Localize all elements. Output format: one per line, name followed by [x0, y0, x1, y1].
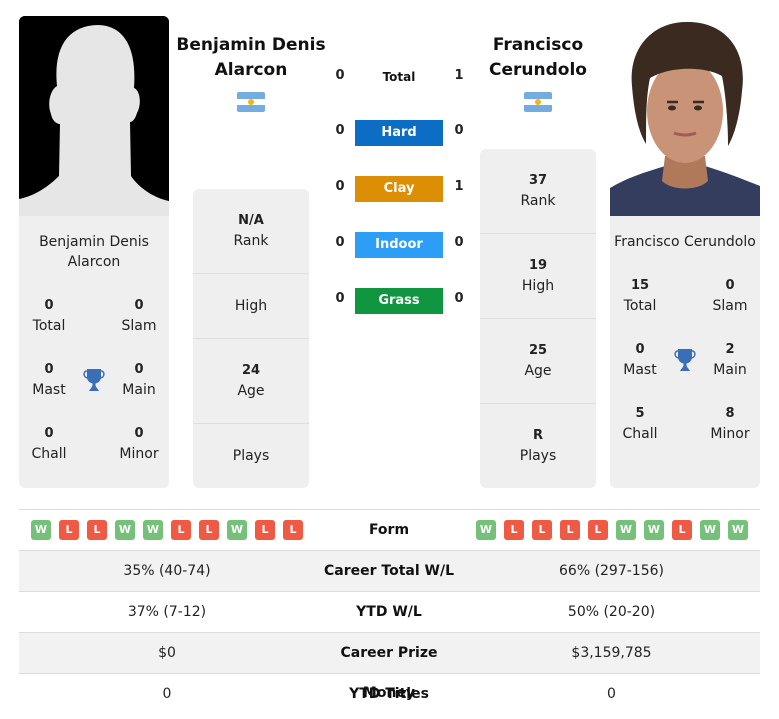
form-loss-badge[interactable]: L: [87, 520, 107, 540]
form-win-badge[interactable]: W: [700, 520, 720, 540]
right-value: 66% (297-156): [559, 563, 664, 579]
player-right-rank-panel: 37 Rank 19 High 25 Age R Plays: [480, 149, 596, 488]
h2h-clay-left: 0: [335, 179, 345, 194]
argentina-flag-icon: [524, 92, 552, 112]
h2h-indoor-left: 0: [335, 235, 345, 250]
h2h-clay-right: 1: [454, 179, 464, 194]
left-value: 35% (40-74): [123, 563, 211, 579]
row-label: YTD Titles: [349, 686, 429, 702]
form-left-badges: WLLWWLLWLL: [31, 520, 303, 540]
trophy-icon: [82, 367, 106, 393]
comparison-table: WLLWWLLWLL Form WLLLLWWLWW 35% (40-74) C…: [19, 509, 760, 715]
form-win-badge[interactable]: W: [31, 520, 51, 540]
player-right-titles-card: Francisco Cerundolo 15 Total 0 Slam 0 Ma…: [610, 216, 760, 488]
h2h-hard-left: 0: [335, 123, 345, 138]
surface-clay-button[interactable]: Clay: [355, 176, 443, 202]
right-value: 50% (20-20): [567, 604, 656, 620]
age-cell: 24 Age: [193, 339, 309, 424]
player-right-photo: [610, 16, 760, 216]
player-right-card-name: Francisco Cerundolo: [614, 234, 756, 250]
h2h-indoor-right: 0: [454, 235, 464, 250]
form-loss-badge[interactable]: L: [560, 520, 580, 540]
table-row: $0 Career Prize Money $3,159,785: [19, 633, 760, 701]
form-loss-badge[interactable]: L: [199, 520, 219, 540]
table-row: 35% (40-74) Career Total W/L 66% (297-15…: [19, 551, 760, 592]
titles-chall: 0 Chall: [31, 426, 67, 462]
form-loss-badge[interactable]: L: [532, 520, 552, 540]
titles-chall: 5 Chall: [622, 406, 658, 442]
h2h-total-label: Total: [382, 70, 416, 84]
titles-minor: 0 Minor: [119, 426, 159, 462]
right-value: $3,159,785: [571, 645, 652, 661]
titles-minor: 8 Minor: [710, 406, 750, 442]
left-value: 0: [162, 686, 172, 702]
row-label: Career Prize Money: [340, 645, 438, 701]
rank-cell: N/A Rank: [193, 189, 309, 274]
age-cell: 25 Age: [480, 319, 596, 404]
form-win-badge[interactable]: W: [644, 520, 664, 540]
h2h-total-right: 1: [454, 68, 464, 83]
plays-cell: R Plays: [519, 428, 557, 464]
form-win-badge[interactable]: W: [143, 520, 163, 540]
row-label: Form: [368, 522, 410, 538]
player-right-name[interactable]: Francisco Cerundolo: [462, 33, 614, 83]
surface-grass-button[interactable]: Grass: [355, 288, 443, 314]
rank-cell: 37 Rank: [480, 149, 596, 234]
surface-hard-button[interactable]: Hard: [355, 120, 443, 146]
form-win-badge[interactable]: W: [476, 520, 496, 540]
row-label: Career Total W/L: [324, 563, 454, 579]
high-cell: 19 High: [480, 234, 596, 319]
player-left-titles-card: Benjamin Denis Alarcon 0 Total 0 Slam 0 …: [19, 216, 169, 488]
titles-mast: 0 Mast: [623, 342, 657, 378]
high-cell: High: [193, 274, 309, 339]
h2h-grass-right: 0: [454, 291, 464, 306]
form-loss-badge[interactable]: L: [588, 520, 608, 540]
form-right-badges: WLLLLWWLWW: [476, 520, 748, 540]
row-label: YTD W/L: [356, 604, 422, 620]
titles-total: 15 Total: [623, 278, 657, 314]
form-win-badge[interactable]: W: [227, 520, 247, 540]
argentina-flag-icon: [237, 92, 265, 112]
player-portrait-icon: [610, 16, 760, 216]
player-left-card-name: Benjamin Denis Alarcon: [39, 234, 149, 270]
titles-total: 0 Total: [32, 298, 66, 334]
player-left-name[interactable]: Benjamin Denis Alarcon: [175, 33, 327, 83]
form-win-badge[interactable]: W: [616, 520, 636, 540]
h2h-grass-left: 0: [335, 291, 345, 306]
titles-main: 2 Main: [713, 342, 747, 378]
form-loss-badge[interactable]: L: [255, 520, 275, 540]
trophy-icon: [673, 347, 697, 373]
form-loss-badge[interactable]: L: [59, 520, 79, 540]
silhouette-icon: [19, 16, 169, 216]
left-value: 37% (7-12): [127, 604, 207, 620]
titles-slam: 0 Slam: [712, 278, 748, 314]
titles-mast: 0 Mast: [32, 362, 66, 398]
form-loss-badge[interactable]: L: [283, 520, 303, 540]
table-row: 0 YTD Titles 0: [19, 674, 760, 715]
plays-cell: Plays: [232, 448, 270, 464]
titles-main: 0 Main: [122, 362, 156, 398]
form-loss-badge[interactable]: L: [672, 520, 692, 540]
form-win-badge[interactable]: W: [728, 520, 748, 540]
form-win-badge[interactable]: W: [115, 520, 135, 540]
player-left-rank-panel: N/A Rank High 24 Age Plays: [193, 189, 309, 488]
player-left-photo: [19, 16, 169, 216]
form-row: WLLWWLLWLL Form WLLLLWWLWW: [19, 510, 760, 551]
titles-slam: 0 Slam: [121, 298, 157, 334]
form-loss-badge[interactable]: L: [171, 520, 191, 540]
table-row: 37% (7-12) YTD W/L 50% (20-20): [19, 592, 760, 633]
h2h-hard-right: 0: [454, 123, 464, 138]
surface-indoor-button[interactable]: Indoor: [355, 232, 443, 258]
form-loss-badge[interactable]: L: [504, 520, 524, 540]
h2h-total-left: 0: [335, 68, 345, 83]
left-value: $0: [158, 645, 176, 661]
right-value: 0: [607, 686, 616, 702]
